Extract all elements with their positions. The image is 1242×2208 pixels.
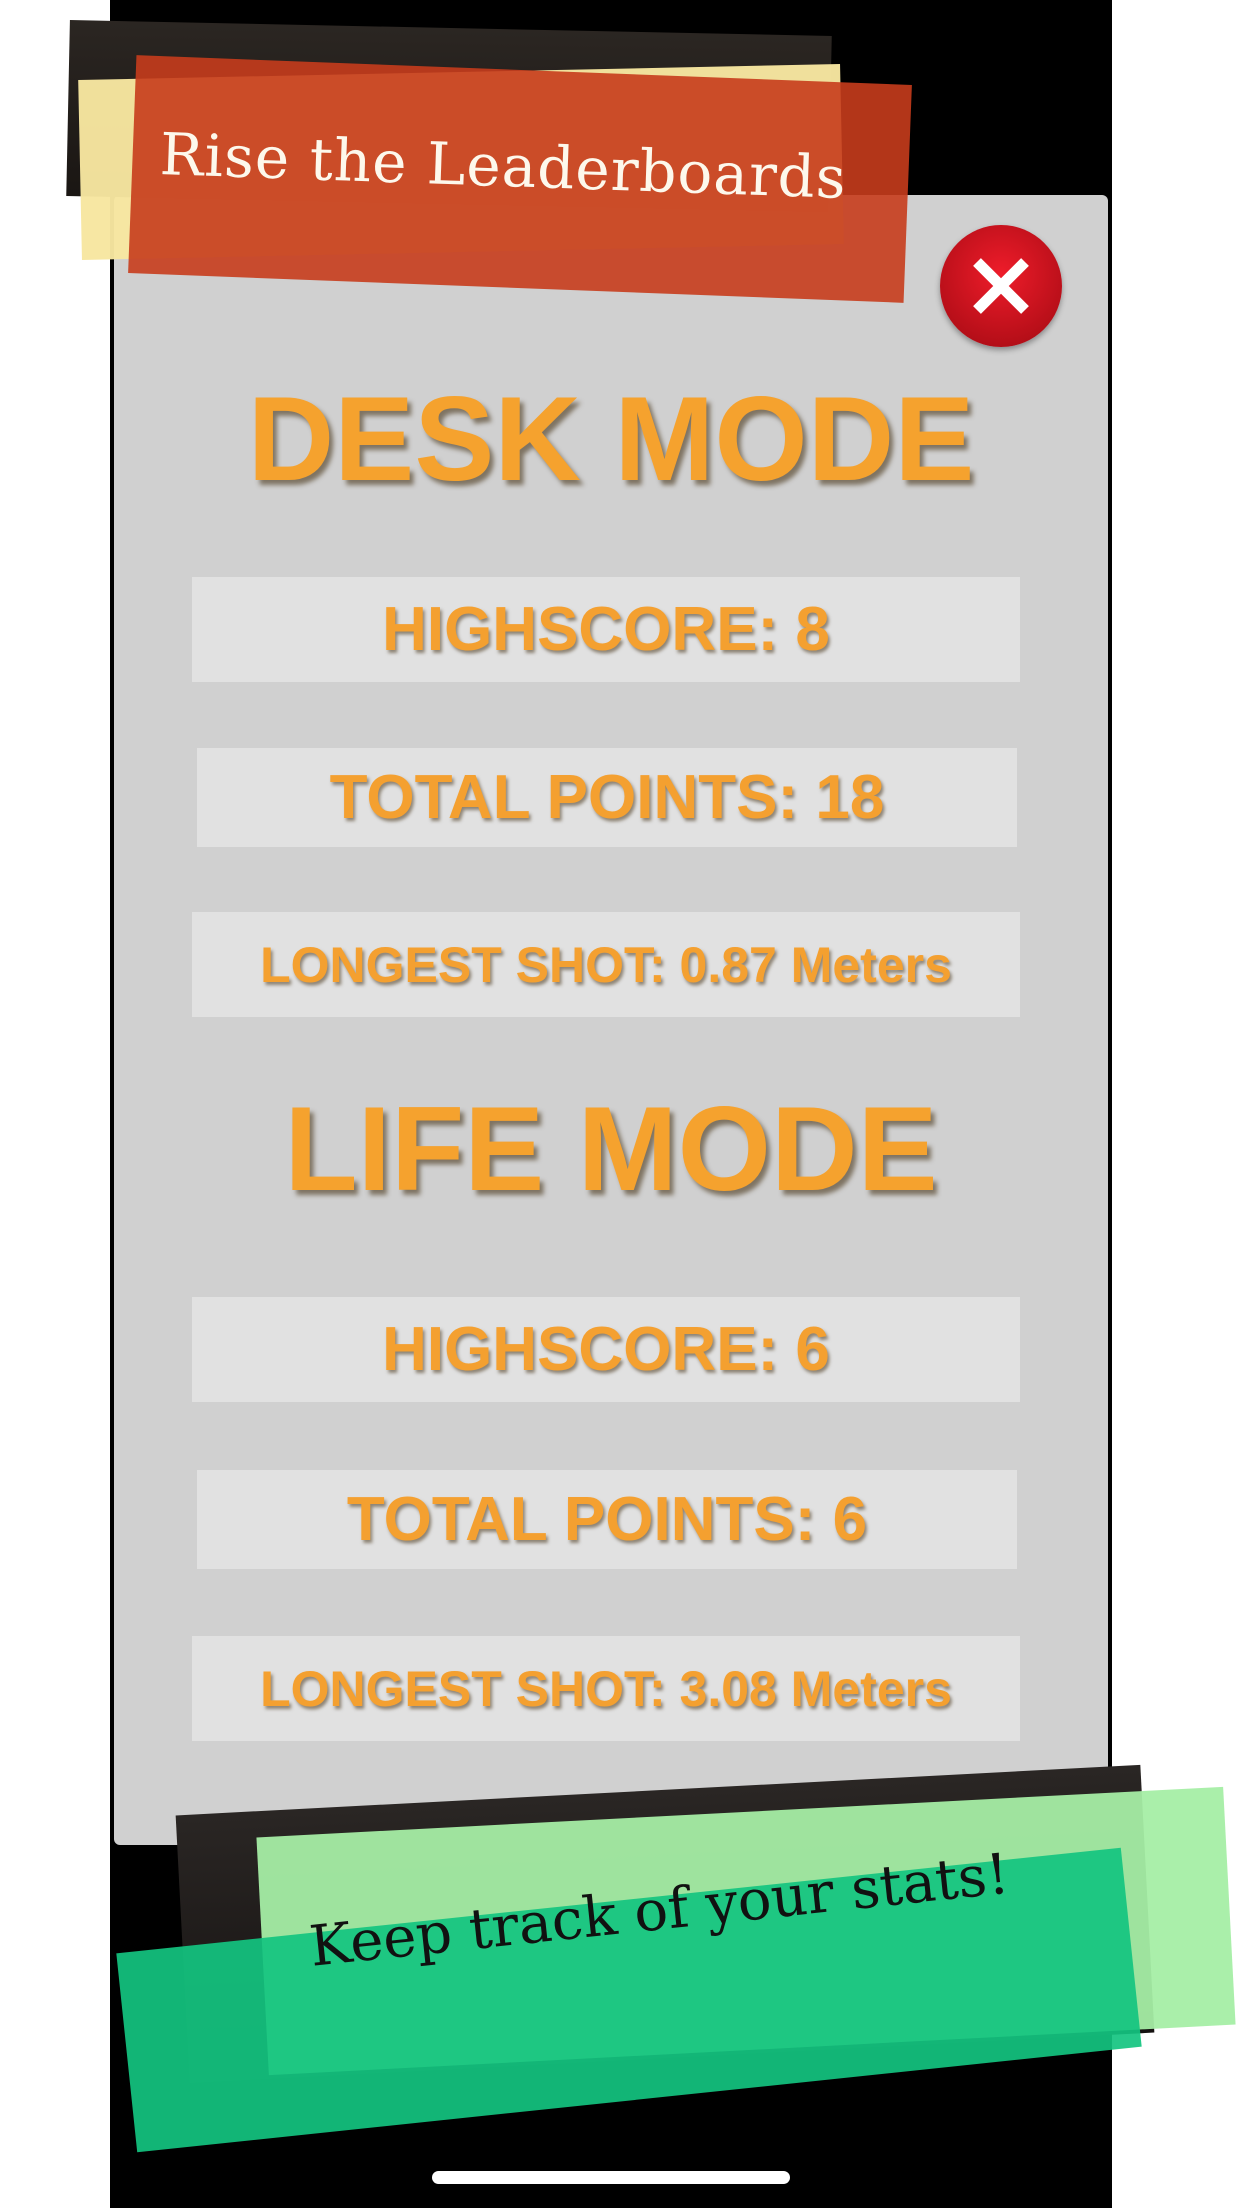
- home-indicator[interactable]: [432, 2171, 790, 2184]
- leaderboard-screen: Rise the Leaderboards DESK MODE HIGHSCOR…: [0, 0, 1242, 2208]
- desk-longest-shot: LONGEST SHOT: 0.87 Meters: [192, 912, 1020, 1017]
- life-highscore: HIGHSCORE: 6: [192, 1297, 1020, 1402]
- close-icon: [973, 258, 1029, 314]
- desk-total-points: TOTAL POINTS: 18: [197, 748, 1017, 847]
- desk-mode-title: DESK MODE: [247, 372, 975, 506]
- life-mode-title: LIFE MODE: [284, 1082, 938, 1216]
- desk-highscore: HIGHSCORE: 8: [192, 577, 1020, 682]
- life-longest-shot: LONGEST SHOT: 3.08 Meters: [192, 1636, 1020, 1741]
- close-button[interactable]: [940, 225, 1062, 347]
- life-total-points: TOTAL POINTS: 6: [197, 1470, 1017, 1569]
